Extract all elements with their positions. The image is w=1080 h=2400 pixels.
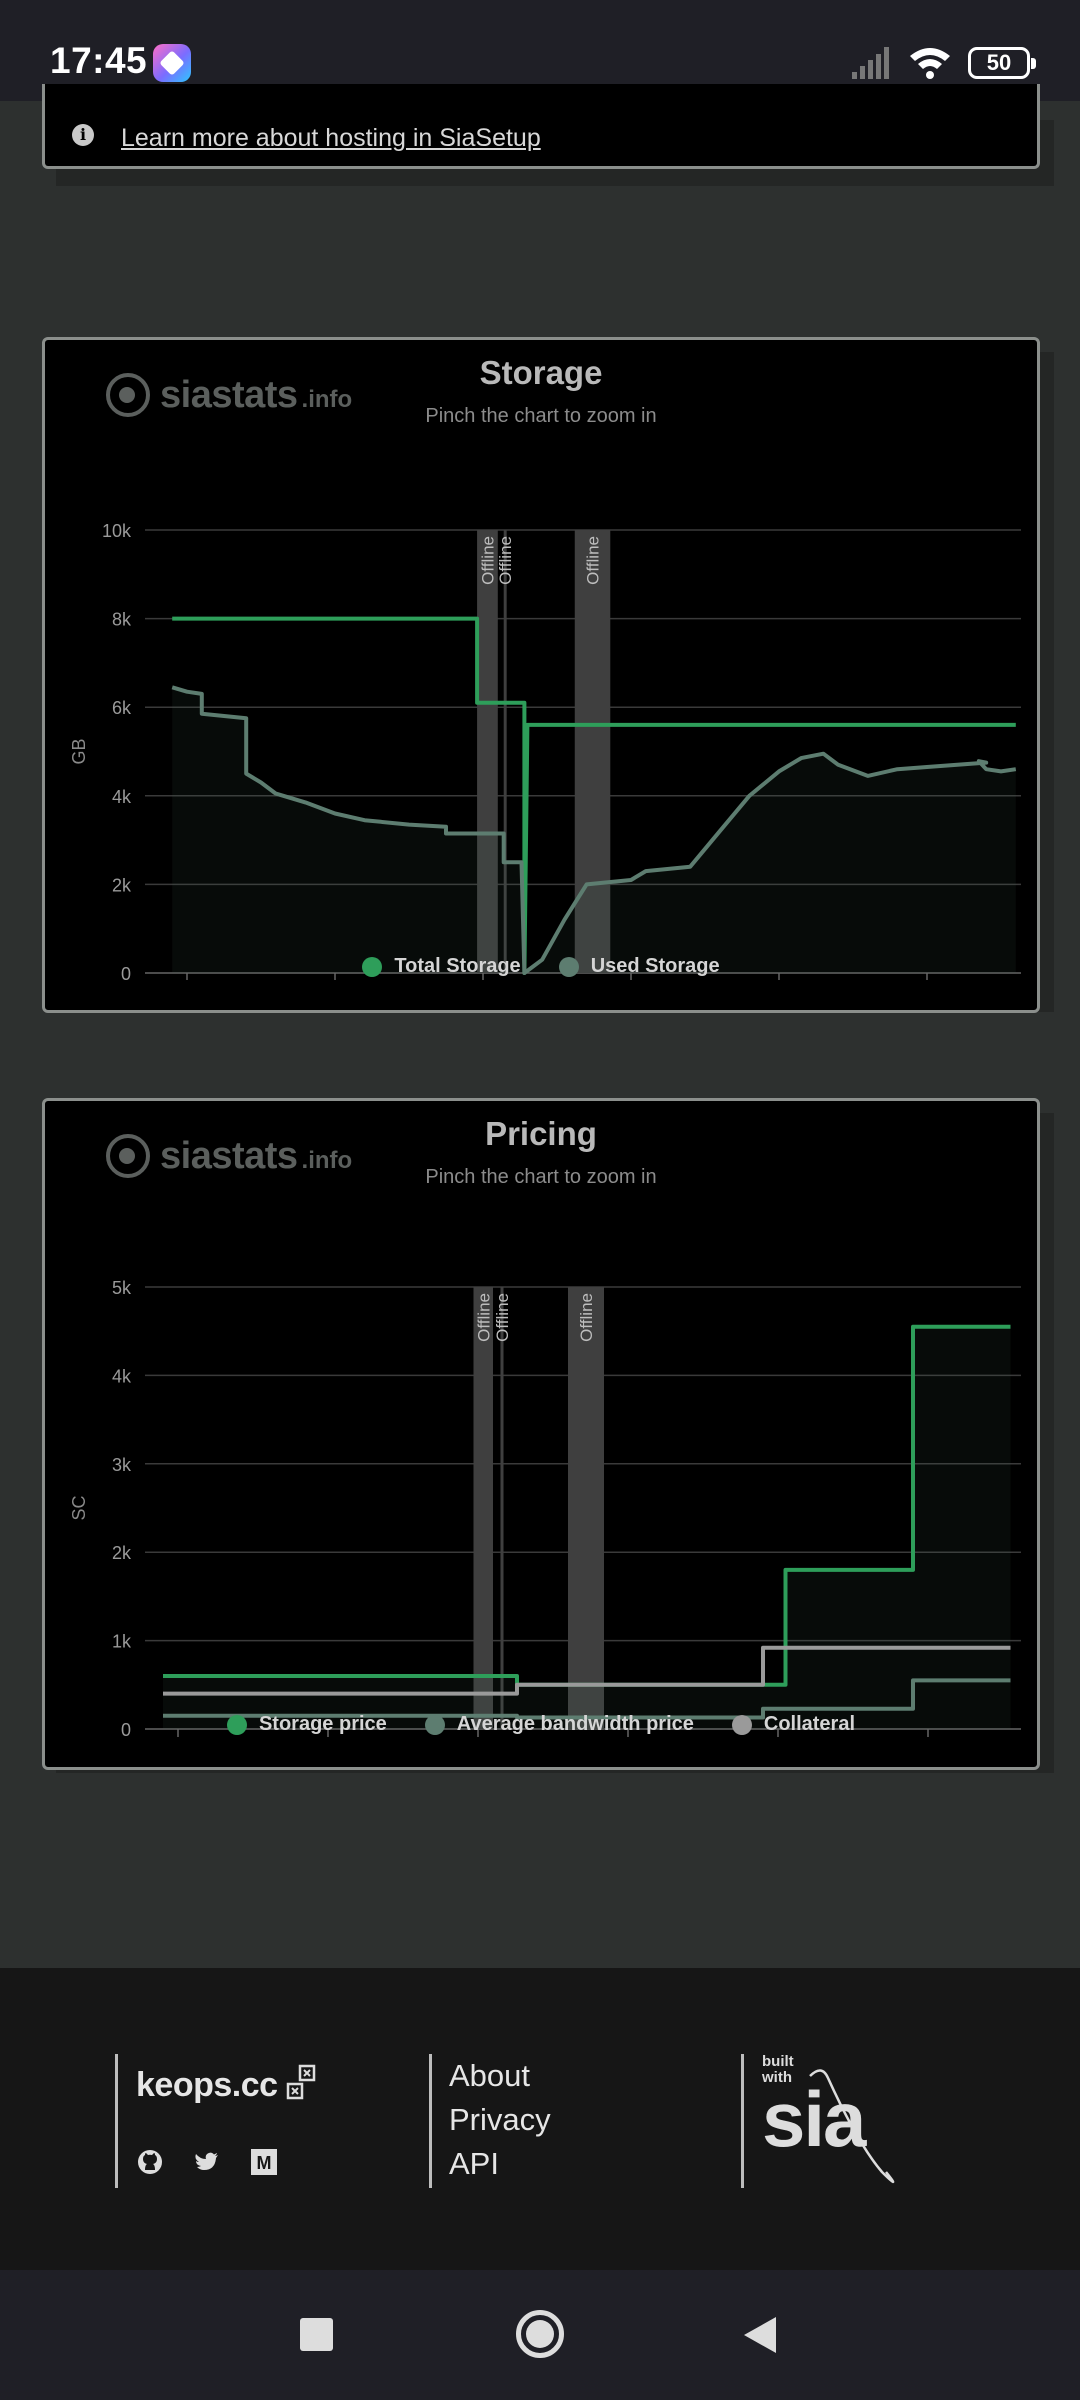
about-link[interactable]: About (449, 2054, 551, 2098)
android-nav-bar (0, 2270, 1080, 2400)
svg-text:M: M (257, 2153, 272, 2173)
signal-icon (852, 47, 889, 79)
legend-label: Collateral (763, 1713, 856, 1735)
footer-sia-column: built with sia (741, 2054, 941, 2188)
pricing-chart[interactable]: 5k4k3k2k1k0SCAug '20Sep '20Oct '20Nov '2… (45, 1181, 1037, 1741)
legend-label: Storage price (258, 1713, 387, 1735)
hosting-info-box: i Learn more about hosting in SiaSetup (42, 84, 1040, 169)
twitter-icon[interactable] (193, 2148, 221, 2176)
footer-brand-column: keops.cc M (115, 2054, 345, 2188)
learn-more-link[interactable]: Learn more about hosting in SiaSetup (121, 124, 541, 153)
y-tick-label: 10k (102, 521, 132, 541)
offline-band (568, 1287, 604, 1729)
y-tick-label: 2k (112, 1543, 132, 1563)
logo-tld: .info (301, 386, 353, 413)
api-link[interactable]: API (449, 2142, 551, 2186)
y-tick-label: 8k (112, 610, 132, 630)
chart-legend: Total Storage Used Storage (45, 955, 1037, 978)
app-notification-icon (153, 44, 191, 82)
legend-item-total-storage[interactable]: Total Storage (362, 955, 521, 978)
y-tick-label: 4k (112, 1366, 132, 1386)
legend-label: Total Storage (394, 955, 521, 977)
y-tick-label: 3k (112, 1455, 132, 1475)
offline-label: Offline (493, 1293, 512, 1342)
footer-links-column: About Privacy API (429, 2054, 629, 2188)
siastats-logo: siastats .info (106, 373, 352, 417)
storage-chart[interactable]: 10k8k6k4k2k0GBAug '20Sep '20Oct '20Nov '… (45, 420, 1037, 980)
y-tick-label: 2k (112, 875, 132, 895)
offline-band (473, 1287, 493, 1729)
logo-name: siastats (160, 373, 298, 416)
wifi-icon (910, 48, 950, 79)
built-with-sia-logo[interactable]: built with sia (762, 2054, 922, 2194)
info-icon: i (72, 124, 94, 146)
clock: 17:45 (50, 40, 148, 81)
legend-item-collateral[interactable]: Collateral (731, 1713, 856, 1736)
offline-label: Offline (584, 536, 603, 585)
y-tick-label: 1k (112, 1632, 132, 1652)
battery-indicator: 50 (968, 47, 1036, 79)
y-tick-label: 6k (112, 698, 132, 718)
recents-button[interactable] (300, 2318, 333, 2351)
keops-brand[interactable]: keops.cc (136, 2066, 278, 2105)
logo-name: siastats (160, 1134, 298, 1177)
privacy-link[interactable]: Privacy (449, 2098, 551, 2142)
storage-chart-panel[interactable]: Storage Pinch the chart to zoom in siast… (42, 337, 1040, 1013)
offline-label: Offline (478, 536, 497, 585)
legend-item-storage-price[interactable]: Storage price (226, 1713, 387, 1736)
siastats-logo-icon (106, 373, 150, 417)
y-axis-label: GB (69, 738, 89, 764)
home-button[interactable] (516, 2310, 564, 2358)
github-icon[interactable] (136, 2148, 164, 2176)
offline-label: Offline (474, 1293, 493, 1342)
offline-label: Offline (496, 536, 515, 585)
y-tick-label: 4k (112, 787, 132, 807)
back-button[interactable] (742, 2315, 778, 2355)
legend-item-bandwidth-price[interactable]: Average bandwidth price (424, 1713, 694, 1736)
footer: keops.cc M About Privacy API built with … (0, 1968, 1080, 2270)
pricing-chart-panel[interactable]: Pricing Pinch the chart to zoom in siast… (42, 1098, 1040, 1770)
y-axis-label: SC (69, 1495, 89, 1520)
offline-band (500, 1287, 504, 1729)
chart-legend: Storage price Average bandwidth price Co… (45, 1713, 1037, 1736)
legend-item-used-storage[interactable]: Used Storage (558, 955, 720, 978)
legend-label: Average bandwidth price (456, 1713, 694, 1735)
sia-swoosh-icon (809, 2069, 895, 2184)
legend-label: Used Storage (590, 955, 720, 977)
offline-label: Offline (577, 1293, 596, 1342)
logo-tld: .info (301, 1147, 353, 1174)
keops-logo-icon (286, 2064, 316, 2100)
siastats-logo-icon (106, 1134, 150, 1178)
medium-icon[interactable]: M (250, 2148, 278, 2176)
y-tick-label: 5k (112, 1278, 132, 1298)
siastats-logo: siastats .info (106, 1134, 352, 1178)
